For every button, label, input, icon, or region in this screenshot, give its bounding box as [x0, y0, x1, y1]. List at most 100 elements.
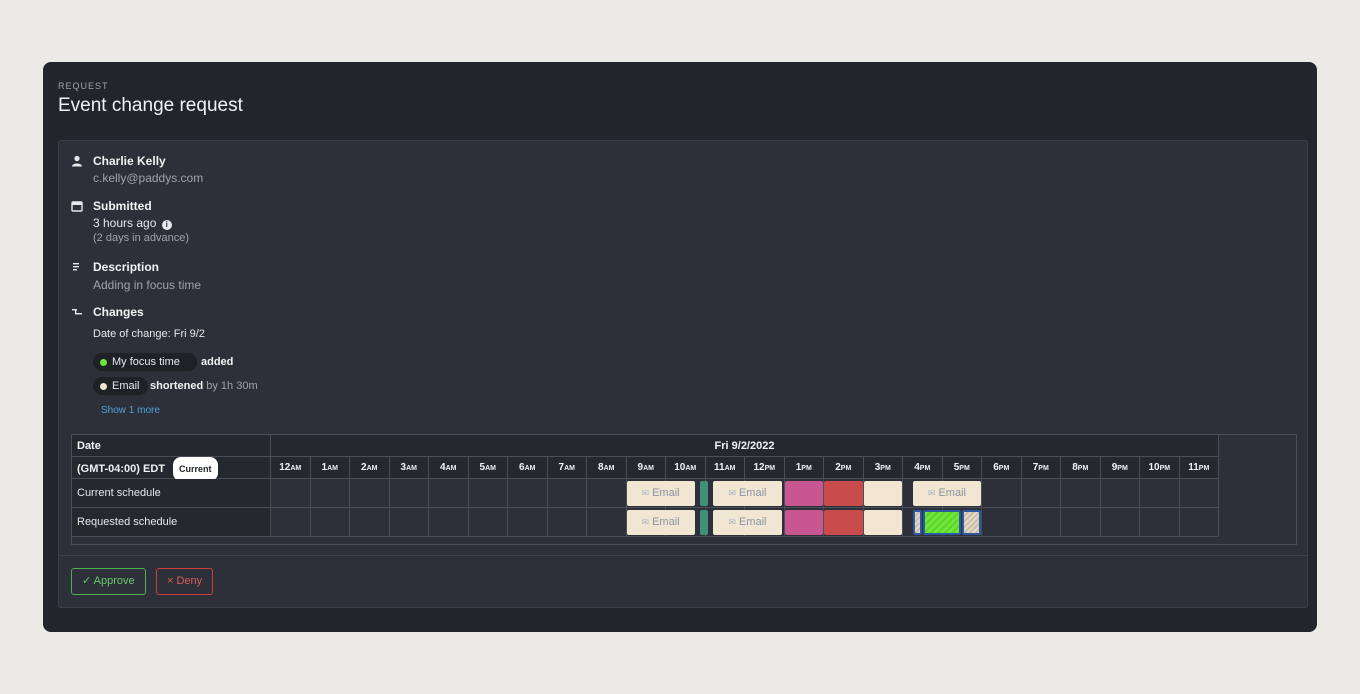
description-text: Adding in focus time [93, 278, 202, 292]
time-slot[interactable] [310, 479, 350, 508]
hour-header: 5PM [942, 457, 982, 479]
hour-header: 4PM [903, 457, 943, 479]
event-block[interactable] [863, 510, 902, 535]
page-title: Event change request [58, 95, 243, 116]
email-event-icon: ✉ [641, 517, 650, 527]
time-slot[interactable] [429, 508, 469, 537]
time-slot[interactable] [1100, 508, 1140, 537]
time-slot[interactable] [1021, 479, 1061, 508]
change-action: added [201, 356, 234, 368]
submitted-time: 3 hours ago i [93, 216, 172, 230]
time-slot[interactable] [1100, 479, 1140, 508]
submitted-advance: (2 days in advance) [93, 232, 189, 244]
timezone-header: (GMT-04:00) EDT Current [72, 457, 271, 481]
date-of-change: Date of change: Fri 9/2 [93, 328, 205, 340]
hour-header: 12AM [271, 457, 311, 479]
hour-header: 10PM [1140, 457, 1180, 479]
time-slot[interactable] [982, 479, 1022, 508]
page-kicker: REQUEST [58, 81, 109, 91]
time-slot[interactable] [587, 508, 627, 537]
time-slot[interactable] [350, 479, 390, 508]
time-slot[interactable] [547, 479, 587, 508]
info-icon[interactable]: i [161, 220, 172, 230]
time-slot[interactable] [389, 479, 429, 508]
calendar-icon [71, 200, 83, 212]
date-header: Date [72, 435, 271, 457]
change-pill-focus[interactable]: My focus time [93, 353, 197, 371]
day-header: Fri 9/2/2022 [271, 435, 1219, 457]
time-slot[interactable] [587, 479, 627, 508]
event-block-email[interactable]: ✉ Email [713, 481, 782, 506]
hour-header: 11PM [1179, 457, 1219, 479]
person-icon [71, 155, 83, 167]
time-slot[interactable] [468, 479, 508, 508]
event-block[interactable] [824, 510, 863, 535]
event-block[interactable] [912, 510, 922, 535]
submitted-when: 3 hours ago [93, 216, 157, 230]
email-event-icon: ✉ [728, 517, 736, 527]
hour-header: 8PM [1061, 457, 1101, 479]
schedule-row-label: Current schedule [72, 479, 271, 508]
approve-button[interactable]: ✓ Approve [71, 568, 146, 595]
email-event-icon: ✉ [728, 488, 736, 498]
changes-icon [71, 306, 83, 318]
time-slot[interactable] [271, 508, 311, 537]
time-slot[interactable] [1021, 508, 1061, 537]
time-slot[interactable] [350, 508, 390, 537]
change-detail: by 1h 30m [206, 380, 258, 392]
footer-divider [59, 555, 1307, 556]
hour-header: 12PM [745, 457, 785, 479]
time-slot[interactable] [547, 508, 587, 537]
hour-header: 1PM [784, 457, 824, 479]
email-event-icon: ✉ [927, 488, 936, 498]
hour-header: 6AM [508, 457, 548, 479]
time-slot[interactable] [1179, 508, 1219, 537]
event-block[interactable] [922, 510, 962, 535]
time-slot[interactable] [429, 479, 469, 508]
event-block-email[interactable]: ✉ Email [626, 481, 695, 506]
show-more-link[interactable]: Show 1 more [101, 405, 160, 416]
hour-header: 10AM [666, 457, 706, 479]
hour-header: 6PM [982, 457, 1022, 479]
event-block[interactable] [699, 481, 709, 506]
event-block[interactable] [784, 510, 823, 535]
event-block-email[interactable]: ✉ Email [912, 481, 981, 506]
request-card: Charlie Kelly c.kelly@paddys.com Submitt… [58, 140, 1308, 608]
time-slot[interactable] [508, 479, 548, 508]
hour-header: 8AM [587, 457, 627, 479]
time-slot[interactable] [310, 508, 350, 537]
hour-header: 3AM [389, 457, 429, 479]
hour-header: 1AM [310, 457, 350, 479]
current-badge: Current [173, 457, 218, 481]
time-slot[interactable] [1179, 479, 1219, 508]
submitted-label: Submitted [93, 199, 152, 213]
schedule-row-label: Requested schedule [72, 508, 271, 537]
event-block[interactable] [824, 481, 863, 506]
schedule-grid: Date Fri 9/2/2022 (GMT-04:00) EDT Current… [71, 434, 1297, 545]
event-title: Email [652, 487, 680, 499]
time-slot[interactable] [468, 508, 508, 537]
event-block[interactable] [699, 510, 709, 535]
time-slot[interactable] [389, 508, 429, 537]
deny-button[interactable]: × Deny [156, 568, 214, 595]
event-block[interactable] [863, 481, 902, 506]
time-slot[interactable] [1140, 479, 1180, 508]
email-event-icon: ✉ [641, 488, 650, 498]
event-block-email[interactable]: ✉ Email [626, 510, 695, 535]
lines-icon [71, 261, 83, 273]
time-slot[interactable] [508, 508, 548, 537]
hour-header: 7PM [1021, 457, 1061, 479]
change-action: shortened [150, 380, 204, 392]
time-slot[interactable] [1061, 508, 1101, 537]
time-slot[interactable] [271, 479, 311, 508]
event-title: Email [652, 516, 680, 528]
event-block-email[interactable]: ✉ Email [713, 510, 782, 535]
time-slot[interactable] [1140, 508, 1180, 537]
time-slot[interactable] [982, 508, 1022, 537]
time-slot[interactable] [1061, 479, 1101, 508]
hour-header: 9PM [1100, 457, 1140, 479]
event-block[interactable] [784, 481, 823, 506]
event-block[interactable] [962, 510, 981, 535]
hour-header: 3PM [863, 457, 903, 479]
change-pill-email[interactable]: Email [93, 377, 148, 395]
